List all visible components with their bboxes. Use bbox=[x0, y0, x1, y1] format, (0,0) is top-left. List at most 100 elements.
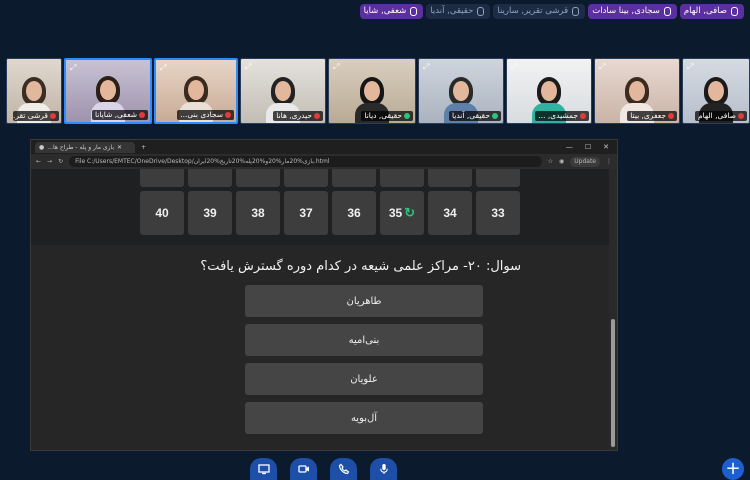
browser-tab[interactable]: ● بازی مار و پله - طراح ها... ✕ bbox=[35, 141, 135, 153]
mic-muted-icon bbox=[738, 113, 744, 119]
expand-icon[interactable]: ⤢ bbox=[423, 62, 432, 71]
mic-icon bbox=[477, 7, 485, 16]
player-marker-icon: ↻ bbox=[404, 205, 416, 220]
microphone-icon bbox=[379, 464, 388, 474]
participant-name: جمشیدی, ... bbox=[535, 111, 589, 121]
profile-icon[interactable]: ◉ bbox=[559, 158, 564, 165]
board-cell[interactable]: 36 bbox=[332, 191, 376, 235]
mic-muted-icon bbox=[314, 113, 320, 119]
address-bar[interactable]: File C:/Users/EMTEC/OneDrive/Desktop/باز… bbox=[69, 156, 542, 167]
board-cell[interactable]: 40 bbox=[140, 191, 184, 235]
mic-muted-icon bbox=[139, 112, 145, 118]
board-cell[interactable] bbox=[332, 169, 376, 187]
speaker-chip[interactable]: شعفی, شایا bbox=[359, 4, 424, 19]
microphone-button[interactable] bbox=[370, 458, 397, 480]
camera-button[interactable] bbox=[290, 458, 317, 480]
mic-muted-icon bbox=[225, 112, 231, 118]
board-cell[interactable] bbox=[380, 169, 424, 187]
browser-toolbar: ← → ↻ File C:/Users/EMTEC/OneDrive/Deskt… bbox=[31, 154, 617, 169]
new-tab-icon[interactable]: + bbox=[141, 144, 146, 151]
participant-tile[interactable]: ⤢ شعفی, شایانا bbox=[64, 58, 152, 124]
reload-icon[interactable]: ↻ bbox=[58, 158, 63, 165]
participant-tile[interactable]: ⤢ صافی, الهام bbox=[682, 58, 750, 124]
mic-muted-icon bbox=[580, 113, 586, 119]
maximize-icon[interactable]: ☐ bbox=[585, 143, 591, 151]
speaker-chip[interactable]: صافی, الهام bbox=[679, 4, 744, 19]
screen-share-icon bbox=[257, 464, 270, 475]
answer-option[interactable]: علویان bbox=[245, 363, 483, 395]
mic-on-icon bbox=[492, 113, 498, 119]
plus-icon: + bbox=[725, 458, 741, 479]
participant-tile[interactable]: ⤢ جمشیدی, ... bbox=[506, 58, 592, 124]
question-panel: سوال: ۲۰- مراکز علمی شیعه در کدام دوره گ… bbox=[31, 245, 609, 450]
expand-icon[interactable]: ⤢ bbox=[245, 62, 254, 71]
board-cell[interactable]: 34 bbox=[428, 191, 472, 235]
board-cell[interactable] bbox=[476, 169, 520, 187]
page-viewport: 33 34 35 ↻ 36 37 38 39 40 سوال: ۲۰- مراکز… bbox=[31, 169, 609, 450]
board-cell[interactable] bbox=[284, 169, 328, 187]
participant-tile[interactable]: ⤢ حقیقی, دیانا bbox=[328, 58, 416, 124]
answer-option[interactable]: طاهریان bbox=[245, 285, 483, 317]
page-scrollbar[interactable] bbox=[609, 169, 617, 450]
expand-icon[interactable]: ⤢ bbox=[687, 62, 696, 71]
mic-icon bbox=[663, 7, 671, 16]
board-row-top bbox=[140, 169, 520, 187]
board-row: 33 34 35 ↻ 36 37 38 39 40 bbox=[140, 191, 520, 235]
shared-browser-window: ● بازی مار و پله - طراح ها... ✕ + — ☐ ✕ … bbox=[30, 139, 618, 451]
expand-icon[interactable]: ⤢ bbox=[70, 63, 79, 72]
board-cell[interactable] bbox=[188, 169, 232, 187]
bookmark-icon[interactable]: ☆ bbox=[548, 158, 553, 165]
mic-icon bbox=[410, 7, 418, 16]
mic-muted-icon bbox=[668, 113, 674, 119]
close-tab-icon[interactable]: ✕ bbox=[117, 144, 122, 151]
answer-option[interactable]: آل‌بویه bbox=[245, 402, 483, 434]
add-button[interactable]: + bbox=[722, 458, 744, 480]
back-icon[interactable]: ← bbox=[36, 158, 41, 165]
participant-tile[interactable]: قرشی تقر... bbox=[6, 58, 62, 124]
participant-name: حیدری, هانا bbox=[273, 111, 323, 121]
participant-strip: ⤢ صافی, الهام ⤢ جعفری, بیتا ⤢ جمشیدی, ..… bbox=[0, 58, 750, 124]
participant-tile[interactable]: ⤢ حیدری, هانا bbox=[240, 58, 326, 124]
call-button[interactable] bbox=[330, 458, 357, 480]
board-cell[interactable]: 33 bbox=[476, 191, 520, 235]
mic-on-icon bbox=[404, 113, 410, 119]
participant-name: جعفری, بیتا bbox=[627, 111, 677, 121]
speaker-chip[interactable]: قرشی تقریر, سارینا bbox=[493, 4, 586, 19]
participant-name: سجادی بنی... bbox=[177, 110, 234, 120]
minimize-icon[interactable]: — bbox=[566, 143, 573, 151]
mic-muted-icon bbox=[50, 113, 56, 119]
board-cell[interactable]: 37 bbox=[284, 191, 328, 235]
phone-icon bbox=[338, 463, 349, 475]
speaker-chip[interactable]: حقیقی, آندیا bbox=[426, 4, 491, 19]
participant-tile[interactable]: ⤢ حقیقی, آندیا bbox=[418, 58, 504, 124]
scrollbar-thumb[interactable] bbox=[611, 319, 615, 447]
board-cell[interactable] bbox=[236, 169, 280, 187]
meeting-controls bbox=[250, 458, 397, 480]
mic-icon bbox=[731, 7, 738, 16]
share-screen-button[interactable] bbox=[250, 458, 277, 480]
participant-name: قرشی تقر... bbox=[12, 111, 59, 121]
browser-tabbar: ● بازی مار و پله - طراح ها... ✕ + — ☐ ✕ bbox=[31, 140, 617, 154]
board-cell[interactable]: 38 bbox=[236, 191, 280, 235]
expand-icon[interactable]: ⤢ bbox=[160, 63, 169, 72]
board-cell-current[interactable]: 35 ↻ bbox=[380, 191, 424, 235]
forward-icon[interactable]: → bbox=[47, 158, 52, 165]
expand-icon[interactable]: ⤢ bbox=[333, 62, 342, 71]
board-cell[interactable] bbox=[140, 169, 184, 187]
close-window-icon[interactable]: ✕ bbox=[603, 143, 609, 151]
speaker-chip[interactable]: سجادی, بینا سادات bbox=[588, 4, 677, 19]
board-cell[interactable]: 39 bbox=[188, 191, 232, 235]
answer-option[interactable]: بنی‌امیه bbox=[245, 324, 483, 356]
expand-icon[interactable]: ⤢ bbox=[599, 62, 608, 71]
question-text: سوال: ۲۰- مراکز علمی شیعه در کدام دوره گ… bbox=[200, 259, 521, 274]
expand-icon[interactable]: ⤢ bbox=[511, 62, 520, 71]
camera-icon bbox=[297, 465, 309, 473]
participant-tile[interactable]: ⤢ جعفری, بیتا bbox=[594, 58, 680, 124]
participant-name: صافی, الهام bbox=[694, 111, 747, 121]
update-button[interactable]: Update bbox=[570, 156, 600, 167]
participant-tile[interactable]: ⤢ سجادی بنی... bbox=[154, 58, 238, 124]
menu-icon[interactable]: ⋮ bbox=[606, 158, 612, 165]
participant-name: حقیقی, آندیا bbox=[449, 111, 501, 121]
board-cell[interactable] bbox=[428, 169, 472, 187]
participant-name: شعفی, شایانا bbox=[91, 110, 148, 120]
